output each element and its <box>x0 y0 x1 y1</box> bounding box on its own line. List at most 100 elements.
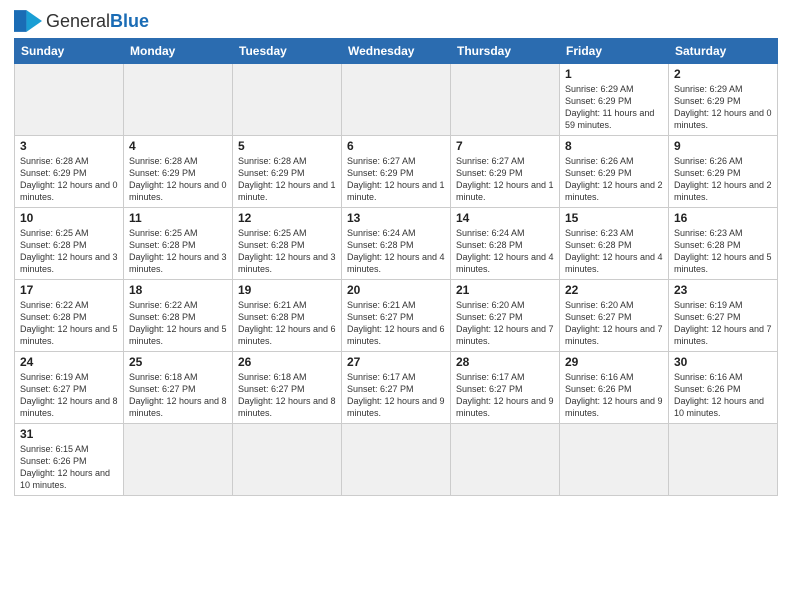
day-info: Sunrise: 6:20 AM Sunset: 6:27 PM Dayligh… <box>565 299 663 348</box>
day-info: Sunrise: 6:19 AM Sunset: 6:27 PM Dayligh… <box>20 371 118 420</box>
day-number: 5 <box>238 139 336 153</box>
calendar-cell: 12 Sunrise: 6:25 AM Sunset: 6:28 PM Dayli… <box>233 208 342 280</box>
calendar-cell: 8Sunrise: 6:26 AM Sunset: 6:29 PM Daylig… <box>560 136 669 208</box>
calendar-cell: 13 Sunrise: 6:24 AM Sunset: 6:28 PM Dayli… <box>342 208 451 280</box>
day-info: Sunrise: 6:18 AM Sunset: 6:27 PM Dayligh… <box>129 371 227 420</box>
day-info: Sunrise: 6:28 AM Sunset: 6:29 PM Dayligh… <box>238 155 336 204</box>
day-info: Sunrise: 6:27 AM Sunset: 6:29 PM Dayligh… <box>347 155 445 204</box>
day-info: Sunrise: 6:24 AM Sunset: 6:28 PM Dayligh… <box>456 227 554 276</box>
logo: GeneralBlue <box>14 10 149 32</box>
day-number: 12 <box>238 211 336 225</box>
day-info: Sunrise: 6:23 AM Sunset: 6:28 PM Dayligh… <box>565 227 663 276</box>
day-info: Sunrise: 6:25 AM Sunset: 6:28 PM Dayligh… <box>238 227 336 276</box>
weekday-header: Friday <box>560 39 669 64</box>
calendar-cell <box>342 64 451 136</box>
day-info: Sunrise: 6:26 AM Sunset: 6:29 PM Dayligh… <box>565 155 663 204</box>
day-info: Sunrise: 6:25 AM Sunset: 6:28 PM Dayligh… <box>129 227 227 276</box>
calendar-cell: 7Sunrise: 6:27 AM Sunset: 6:29 PM Daylig… <box>451 136 560 208</box>
calendar-cell: 1Sunrise: 6:29 AM Sunset: 6:29 PM Daylig… <box>560 64 669 136</box>
calendar-cell <box>233 64 342 136</box>
calendar-cell: 2 Sunrise: 6:29 AM Sunset: 6:29 PM Daylig… <box>669 64 778 136</box>
day-info: Sunrise: 6:25 AM Sunset: 6:28 PM Dayligh… <box>20 227 118 276</box>
calendar-cell: 6 Sunrise: 6:27 AM Sunset: 6:29 PM Daylig… <box>342 136 451 208</box>
day-number: 15 <box>565 211 663 225</box>
day-number: 6 <box>347 139 445 153</box>
calendar-cell: 24Sunrise: 6:19 AM Sunset: 6:27 PM Dayli… <box>15 352 124 424</box>
day-number: 11 <box>129 211 227 225</box>
logo-text: GeneralBlue <box>46 11 149 32</box>
weekday-header: Sunday <box>15 39 124 64</box>
day-number: 16 <box>674 211 772 225</box>
calendar-cell: 25 Sunrise: 6:18 AM Sunset: 6:27 PM Dayli… <box>124 352 233 424</box>
calendar-cell: 30Sunrise: 6:16 AM Sunset: 6:26 PM Dayli… <box>669 352 778 424</box>
weekday-header: Thursday <box>451 39 560 64</box>
day-number: 14 <box>456 211 554 225</box>
day-info: Sunrise: 6:15 AM Sunset: 6:26 PM Dayligh… <box>20 443 118 492</box>
day-info: Sunrise: 6:22 AM Sunset: 6:28 PM Dayligh… <box>129 299 227 348</box>
day-info: Sunrise: 6:29 AM Sunset: 6:29 PM Dayligh… <box>674 83 772 132</box>
day-number: 18 <box>129 283 227 297</box>
day-info: Sunrise: 6:16 AM Sunset: 6:26 PM Dayligh… <box>674 371 772 420</box>
calendar-cell: 5 Sunrise: 6:28 AM Sunset: 6:29 PM Daylig… <box>233 136 342 208</box>
header: GeneralBlue <box>14 10 778 32</box>
day-info: Sunrise: 6:16 AM Sunset: 6:26 PM Dayligh… <box>565 371 663 420</box>
calendar-cell <box>124 424 233 496</box>
calendar-cell <box>451 424 560 496</box>
page: GeneralBlue SundayMondayTuesdayWednesday… <box>0 0 792 612</box>
day-info: Sunrise: 6:21 AM Sunset: 6:27 PM Dayligh… <box>347 299 445 348</box>
calendar-cell: 14 Sunrise: 6:24 AM Sunset: 6:28 PM Dayli… <box>451 208 560 280</box>
day-number: 10 <box>20 211 118 225</box>
day-info: Sunrise: 6:27 AM Sunset: 6:29 PM Dayligh… <box>456 155 554 204</box>
calendar-cell: 10 Sunrise: 6:25 AM Sunset: 6:28 PM Dayli… <box>15 208 124 280</box>
day-number: 20 <box>347 283 445 297</box>
day-number: 25 <box>129 355 227 369</box>
calendar-cell: 21 Sunrise: 6:20 AM Sunset: 6:27 PM Dayli… <box>451 280 560 352</box>
day-info: Sunrise: 6:17 AM Sunset: 6:27 PM Dayligh… <box>456 371 554 420</box>
calendar-cell: 22 Sunrise: 6:20 AM Sunset: 6:27 PM Dayli… <box>560 280 669 352</box>
weekday-header: Tuesday <box>233 39 342 64</box>
calendar-cell: 29Sunrise: 6:16 AM Sunset: 6:26 PM Dayli… <box>560 352 669 424</box>
calendar-cell <box>560 424 669 496</box>
calendar-cell: 26 Sunrise: 6:18 AM Sunset: 6:27 PM Dayli… <box>233 352 342 424</box>
day-number: 13 <box>347 211 445 225</box>
day-info: Sunrise: 6:28 AM Sunset: 6:29 PM Dayligh… <box>129 155 227 204</box>
calendar-cell: 9Sunrise: 6:26 AM Sunset: 6:29 PM Daylig… <box>669 136 778 208</box>
calendar-table: SundayMondayTuesdayWednesdayThursdayFrid… <box>14 38 778 496</box>
day-number: 26 <box>238 355 336 369</box>
calendar-cell: 27Sunrise: 6:17 AM Sunset: 6:27 PM Dayli… <box>342 352 451 424</box>
calendar-cell: 4 Sunrise: 6:28 AM Sunset: 6:29 PM Daylig… <box>124 136 233 208</box>
day-info: Sunrise: 6:28 AM Sunset: 6:29 PM Dayligh… <box>20 155 118 204</box>
calendar-cell: 20 Sunrise: 6:21 AM Sunset: 6:27 PM Dayli… <box>342 280 451 352</box>
day-number: 28 <box>456 355 554 369</box>
calendar-cell: 18 Sunrise: 6:22 AM Sunset: 6:28 PM Dayli… <box>124 280 233 352</box>
day-info: Sunrise: 6:24 AM Sunset: 6:28 PM Dayligh… <box>347 227 445 276</box>
day-number: 22 <box>565 283 663 297</box>
day-number: 21 <box>456 283 554 297</box>
day-info: Sunrise: 6:21 AM Sunset: 6:28 PM Dayligh… <box>238 299 336 348</box>
calendar-cell: 11 Sunrise: 6:25 AM Sunset: 6:28 PM Dayli… <box>124 208 233 280</box>
calendar-cell <box>15 64 124 136</box>
calendar-cell: 31 Sunrise: 6:15 AM Sunset: 6:26 PM Dayli… <box>15 424 124 496</box>
day-number: 19 <box>238 283 336 297</box>
calendar-cell <box>669 424 778 496</box>
day-number: 17 <box>20 283 118 297</box>
calendar-cell: 19 Sunrise: 6:21 AM Sunset: 6:28 PM Dayli… <box>233 280 342 352</box>
calendar-cell: 3 Sunrise: 6:28 AM Sunset: 6:29 PM Daylig… <box>15 136 124 208</box>
day-number: 31 <box>20 427 118 441</box>
day-number: 3 <box>20 139 118 153</box>
day-info: Sunrise: 6:20 AM Sunset: 6:27 PM Dayligh… <box>456 299 554 348</box>
calendar-cell: 23Sunrise: 6:19 AM Sunset: 6:27 PM Dayli… <box>669 280 778 352</box>
calendar-cell: 17 Sunrise: 6:22 AM Sunset: 6:28 PM Dayli… <box>15 280 124 352</box>
calendar-cell: 16 Sunrise: 6:23 AM Sunset: 6:28 PM Dayli… <box>669 208 778 280</box>
day-info: Sunrise: 6:23 AM Sunset: 6:28 PM Dayligh… <box>674 227 772 276</box>
calendar-cell: 15 Sunrise: 6:23 AM Sunset: 6:28 PM Dayli… <box>560 208 669 280</box>
calendar-cell: 28 Sunrise: 6:17 AM Sunset: 6:27 PM Dayli… <box>451 352 560 424</box>
weekday-header: Saturday <box>669 39 778 64</box>
weekday-header: Monday <box>124 39 233 64</box>
logo-icon <box>14 10 42 32</box>
calendar-cell <box>342 424 451 496</box>
day-info: Sunrise: 6:22 AM Sunset: 6:28 PM Dayligh… <box>20 299 118 348</box>
day-info: Sunrise: 6:18 AM Sunset: 6:27 PM Dayligh… <box>238 371 336 420</box>
day-number: 2 <box>674 67 772 81</box>
day-number: 4 <box>129 139 227 153</box>
